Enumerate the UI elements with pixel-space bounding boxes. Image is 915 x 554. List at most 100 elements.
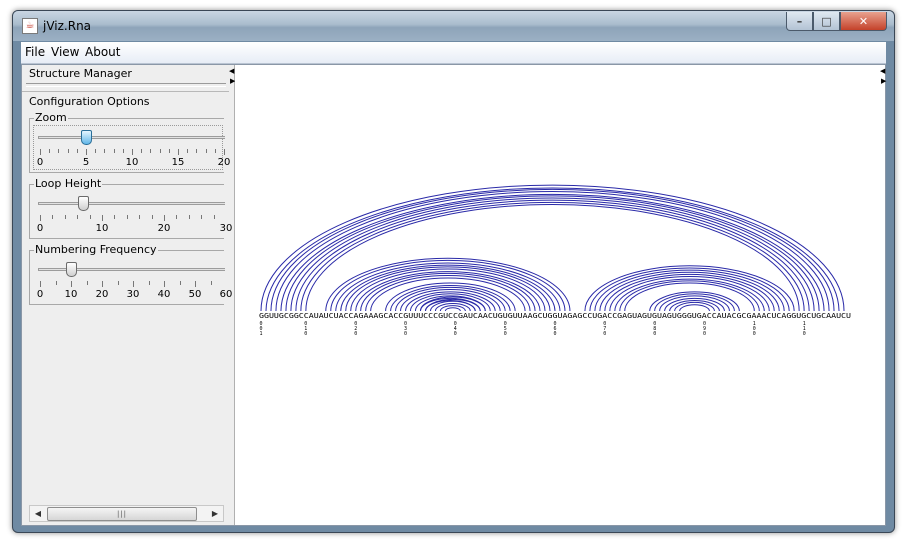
left-panel: Structure Manager ◀ ▶ Configuration Opti… xyxy=(22,65,235,525)
zoom-tick-labels: 0 5 10 15 20 xyxy=(30,157,231,169)
left-panel-horizontal-scrollbar[interactable]: ◀ ||| ▶ xyxy=(29,505,224,522)
close-button[interactable]: ✕ xyxy=(840,12,887,31)
position-number-digit: 0 xyxy=(454,331,457,337)
position-number-digit: 0 xyxy=(354,331,357,337)
base-pair-arc xyxy=(444,307,461,312)
tick-label: 0 xyxy=(36,289,44,300)
position-number-digit: 1 xyxy=(259,331,262,337)
minor-tick xyxy=(113,149,115,153)
tick-label: 50 xyxy=(188,289,202,300)
tick-label: 30 xyxy=(219,223,233,234)
configuration-divider xyxy=(22,91,229,92)
minor-tick xyxy=(95,149,97,153)
loop-height-tick-labels: 0 10 20 30 xyxy=(30,223,233,235)
structure-manager-section[interactable]: Structure Manager xyxy=(26,67,228,87)
rna-arc-diagram-canvas[interactable]: GGUUGCGGCCAUAUCUACCAGAAAGCACCGUUUCCCGUCC… xyxy=(235,65,886,525)
maximize-button[interactable]: □ xyxy=(813,12,840,31)
minor-tick xyxy=(52,215,54,219)
structure-manager-divider[interactable] xyxy=(26,83,226,87)
collapse-left-arrow-icon[interactable]: ◀ xyxy=(880,68,885,75)
minor-tick xyxy=(176,215,178,219)
minor-tick xyxy=(114,215,116,219)
zoom-ticks xyxy=(40,149,225,155)
java-cup-icon: ☕ xyxy=(22,18,38,34)
minor-tick xyxy=(187,149,189,153)
minor-tick xyxy=(64,215,66,219)
major-tick xyxy=(132,149,133,155)
numbering-frequency-slider-thumb[interactable] xyxy=(66,262,77,277)
base-pair-arc xyxy=(674,301,715,312)
collapse-up-arrow-icon[interactable]: ◀ xyxy=(229,68,234,75)
minor-tick xyxy=(86,281,88,285)
tick-label: 60 xyxy=(219,289,233,300)
window-title: jViz.Rna xyxy=(43,19,92,33)
loop-height-slider-thumb[interactable] xyxy=(78,196,90,211)
major-tick xyxy=(40,149,41,155)
major-tick xyxy=(224,149,225,155)
zoom-slider-thumb[interactable] xyxy=(81,130,92,145)
minor-tick xyxy=(210,281,212,285)
zoom-slider-track[interactable] xyxy=(38,136,225,139)
minor-tick xyxy=(49,149,51,153)
minor-tick xyxy=(89,215,91,219)
minor-tick xyxy=(55,281,57,285)
major-tick xyxy=(164,281,165,287)
menu-about[interactable]: About xyxy=(85,45,120,59)
base-pair-arc xyxy=(439,305,466,312)
menu-file[interactable]: File xyxy=(25,45,45,59)
application-window: ☕ jViz.Rna – □ ✕ File View About Structu… xyxy=(12,10,895,533)
tick-label: 5 xyxy=(82,157,90,168)
position-number-digit: 0 xyxy=(653,331,656,337)
tick-label: 15 xyxy=(171,157,185,168)
loop-height-group: Loop Height 0 10 20 30 xyxy=(29,177,233,239)
minor-tick xyxy=(205,149,207,153)
loop-height-label: Loop Height xyxy=(34,177,103,190)
base-pair-arc xyxy=(649,291,740,312)
tick-label: 10 xyxy=(125,157,139,168)
major-tick xyxy=(40,215,41,221)
minor-tick xyxy=(139,215,141,219)
scroll-left-arrow-icon[interactable]: ◀ xyxy=(30,506,46,521)
numbering-frequency-ticks xyxy=(40,281,225,287)
configuration-options-title: Configuration Options xyxy=(29,95,150,108)
numbering-frequency-label: Numbering Frequency xyxy=(34,243,158,256)
menu-bar: File View About xyxy=(21,42,886,64)
rna-arc-diagram: GGUUGCGGCCAUAUCUACCAGAAAGCACCGUUUCCCGUCC… xyxy=(259,184,851,337)
minor-tick xyxy=(168,149,170,153)
major-tick xyxy=(102,215,103,221)
minor-tick xyxy=(159,149,161,153)
position-number-digit: 0 xyxy=(553,331,556,337)
tick-label: 0 xyxy=(36,157,44,168)
minor-tick xyxy=(117,281,119,285)
numbering-frequency-tick-labels: 0 10 20 30 40 50 60 xyxy=(30,289,233,301)
zoom-group: Zoom 0 5 10 15 20 xyxy=(29,111,231,173)
position-number-digit: 0 xyxy=(304,331,307,337)
collapse-right-arrow-icon[interactable]: ▶ xyxy=(881,78,886,85)
scroll-right-arrow-icon[interactable]: ▶ xyxy=(207,506,223,521)
minimize-button[interactable]: – xyxy=(786,12,813,31)
tick-label: 10 xyxy=(64,289,78,300)
loop-height-slider-track[interactable] xyxy=(38,202,225,205)
minor-tick xyxy=(148,281,150,285)
minor-tick xyxy=(151,215,153,219)
major-tick xyxy=(164,215,165,221)
minor-tick xyxy=(214,149,216,153)
rna-sequence: GGUUGCGGCCAUAUCUACCAGAAAGCACCGUUUCCCGUCC… xyxy=(259,312,851,320)
scroll-thumb[interactable]: ||| xyxy=(47,507,197,521)
tick-label: 20 xyxy=(157,223,171,234)
minor-tick xyxy=(196,149,198,153)
position-number-digit: 0 xyxy=(504,331,507,337)
minor-tick xyxy=(122,149,124,153)
major-tick xyxy=(195,281,196,287)
major-tick xyxy=(178,149,179,155)
minor-tick xyxy=(126,215,128,219)
major-tick xyxy=(133,281,134,287)
major-tick xyxy=(86,149,87,155)
minor-tick xyxy=(76,149,78,153)
structure-manager-label: Structure Manager xyxy=(29,67,132,80)
menu-view[interactable]: View xyxy=(51,45,79,59)
title-bar[interactable]: ☕ jViz.Rna – □ ✕ xyxy=(13,11,894,41)
position-number-digit: 0 xyxy=(753,331,756,337)
zoom-label: Zoom xyxy=(34,111,68,124)
minor-tick xyxy=(201,215,203,219)
